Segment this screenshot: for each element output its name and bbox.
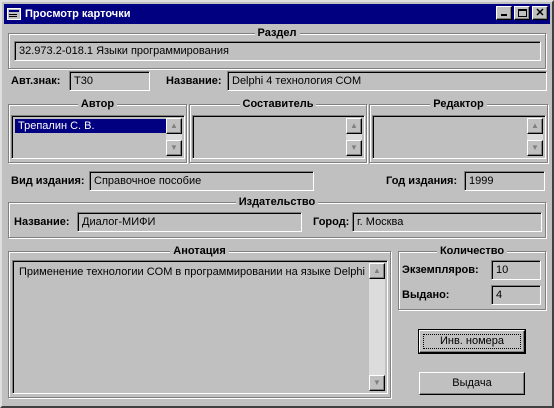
editor-title: Редактор (430, 98, 487, 110)
issue-label: Выдача (452, 377, 492, 389)
compiler-scrollbar[interactable]: ▲ ▼ (346, 118, 362, 156)
editor-scrollbar[interactable]: ▲ ▼ (527, 118, 543, 156)
author-list-item[interactable]: Трепалин С. В. (15, 119, 167, 133)
section-field[interactable]: 32.973.2-018.1 Языки программирования (14, 41, 541, 61)
annotation-memo[interactable]: Применение технологии COM в программиров… (12, 260, 388, 394)
app-icon (7, 8, 21, 20)
close-button[interactable]: ✕ (532, 6, 548, 20)
scroll-up-icon[interactable]: ▲ (527, 118, 543, 134)
minimize-icon (501, 14, 507, 16)
edition-year-label: Год издания: (386, 175, 458, 187)
publisher-city-label: Город: (313, 216, 350, 228)
issued-field[interactable]: 4 (491, 285, 541, 305)
close-icon: ✕ (535, 7, 545, 19)
section-title: Раздел (254, 27, 300, 39)
title-bar[interactable]: Просмотр карточки ✕ (4, 4, 550, 24)
scroll-down-icon[interactable]: ▼ (527, 140, 543, 156)
publisher-city-field[interactable]: г. Москва (352, 212, 542, 232)
author-list[interactable]: Трепалин С. В. ▲ ▼ (11, 115, 185, 159)
publisher-name-field[interactable]: Диалог-МИФИ (77, 212, 302, 232)
edition-type-field[interactable]: Справочное пособие (89, 171, 314, 191)
book-title-label: Название: (166, 75, 222, 87)
minimize-button[interactable] (496, 6, 512, 20)
maximize-icon (518, 9, 527, 17)
inventory-numbers-button[interactable]: Инв. номера (418, 329, 526, 354)
issue-button[interactable]: Выдача (419, 372, 525, 395)
window-title: Просмотр карточки (25, 8, 131, 20)
quantity-title: Количество (436, 245, 508, 257)
scroll-down-icon[interactable]: ▼ (369, 375, 385, 391)
edition-type-label: Вид издания: (11, 175, 85, 187)
card-window: Просмотр карточки ✕ Раздел 32.973.2-018.… (0, 0, 554, 408)
scroll-up-icon[interactable]: ▲ (166, 118, 182, 134)
author-sign-field[interactable]: Т30 (69, 71, 150, 91)
scroll-up-icon[interactable]: ▲ (346, 118, 362, 134)
compiler-list[interactable]: ▲ ▼ (192, 115, 365, 159)
annotation-scrollbar[interactable]: ▲ ▼ (369, 263, 385, 391)
scroll-down-icon[interactable]: ▼ (346, 140, 362, 156)
maximize-button[interactable] (514, 6, 530, 20)
edition-year-field[interactable]: 1999 (464, 171, 545, 191)
annotation-text: Применение технологии COM в программиров… (19, 266, 365, 278)
publisher-title: Издательство (235, 196, 319, 208)
copies-field[interactable]: 10 (491, 260, 541, 280)
annotation-title: Анотация (170, 245, 229, 257)
window-controls: ✕ (494, 6, 548, 20)
copies-label: Экземпляров: (402, 264, 479, 276)
book-title-field[interactable]: Delphi 4 технология COM (227, 71, 547, 91)
editor-list[interactable]: ▲ ▼ (372, 115, 546, 159)
author-scrollbar[interactable]: ▲ ▼ (166, 118, 182, 156)
author-sign-label: Авт.знак: (11, 75, 61, 87)
scroll-down-icon[interactable]: ▼ (166, 140, 182, 156)
scroll-up-icon[interactable]: ▲ (369, 263, 385, 279)
compiler-title: Составитель (239, 98, 317, 110)
author-title: Автор (77, 98, 118, 110)
publisher-name-label: Название: (14, 216, 70, 228)
issued-label: Выдано: (402, 289, 450, 301)
